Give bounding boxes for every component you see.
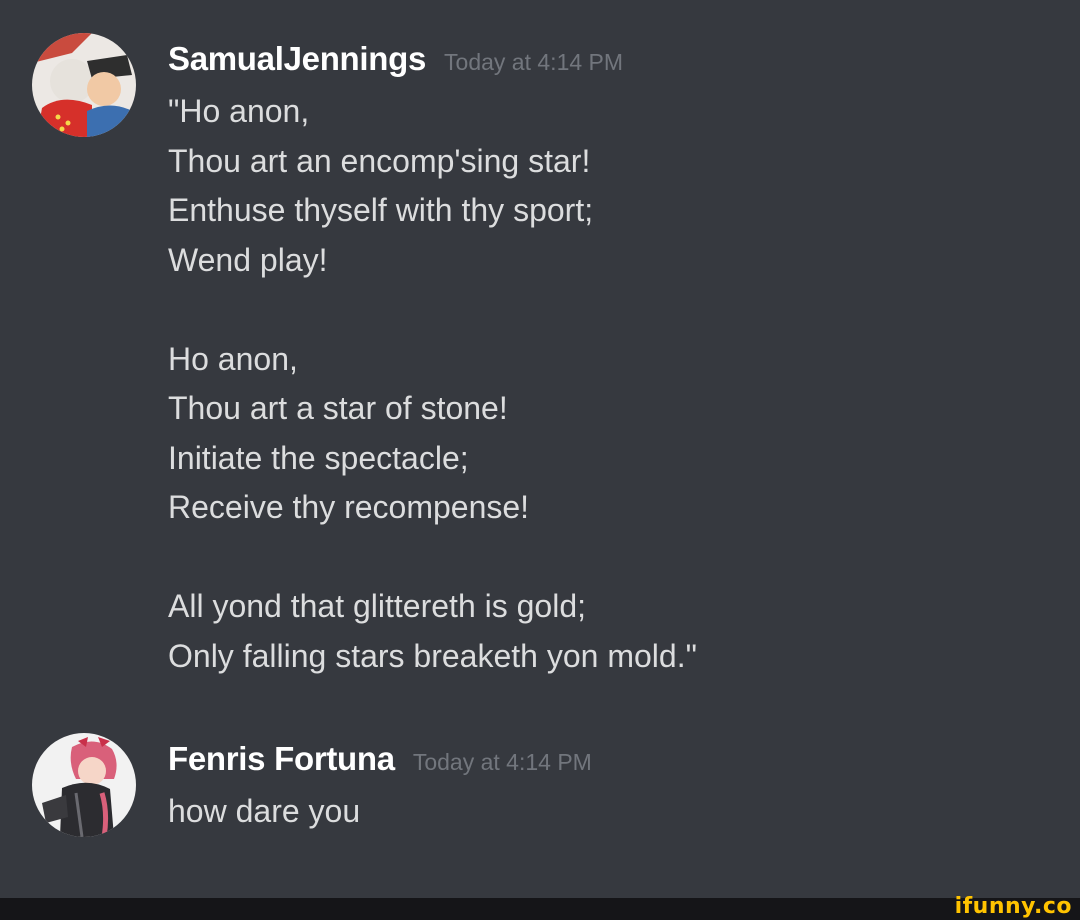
message-line: All yond that glittereth is gold;: [168, 588, 587, 624]
user-avatar[interactable]: [32, 33, 136, 137]
message-line: Receive thy recompense!: [168, 489, 530, 525]
timestamp: Today at 4:14 PM: [444, 49, 624, 75]
ifunny-watermark: ifunny.co: [954, 894, 1072, 919]
user-avatar[interactable]: [32, 733, 136, 837]
message-line: Thou art an encomp'sing star!: [168, 142, 591, 179]
message-2: Fenris Fortuna Today at 4:14 PM how dare …: [0, 720, 1080, 870]
username[interactable]: SamualJennings: [168, 40, 426, 77]
message-line: Ho anon,: [168, 340, 298, 377]
watermark-bar: [0, 898, 1080, 920]
message-content: "Ho anon, Thou art an encomp'sing star! …: [168, 87, 697, 681]
timestamp: Today at 4:14 PM: [412, 749, 592, 775]
message-line: [168, 533, 697, 583]
message-line: Wend play!: [168, 241, 328, 278]
message-header: SamualJennings Today at 4:14 PM: [168, 40, 623, 78]
message-header: Fenris Fortuna Today at 4:14 PM: [168, 740, 592, 778]
avatar-image: [32, 33, 136, 137]
message-line: Enthuse thyself with thy sport;: [168, 192, 594, 228]
message-1: SamualJennings Today at 4:14 PM "Ho anon,…: [0, 0, 1080, 720]
message-line: Initiate the spectacle;: [168, 439, 469, 476]
message-line: how dare you: [168, 793, 361, 829]
message-content: how dare you: [168, 787, 360, 837]
message-line: Thou art a star of stone!: [168, 390, 508, 426]
username[interactable]: Fenris Fortuna: [168, 740, 395, 777]
message-line: Only falling stars breaketh yon mold.": [168, 637, 697, 674]
message-line: "Ho anon,: [168, 93, 310, 129]
message-line: [168, 285, 697, 335]
avatar-image: [32, 733, 136, 837]
